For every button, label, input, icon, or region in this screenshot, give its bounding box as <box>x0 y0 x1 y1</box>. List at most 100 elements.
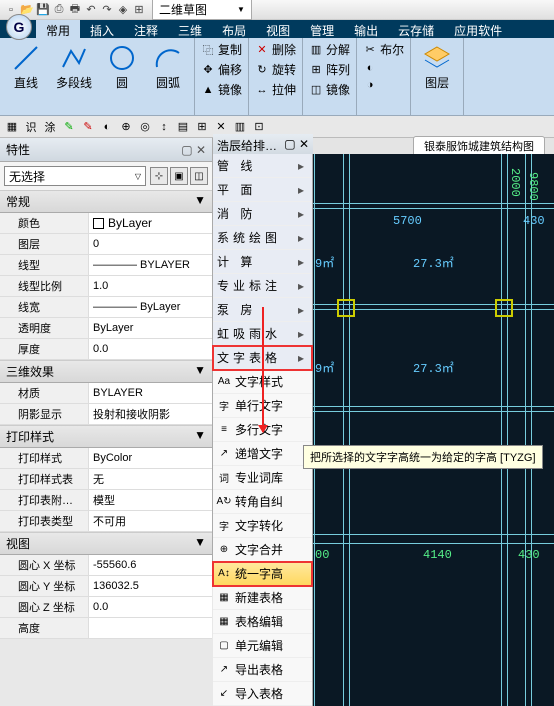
pickadd-icon[interactable]: ◫ <box>190 167 208 185</box>
tool-icon[interactable]: ▥ <box>232 119 248 135</box>
section-view[interactable]: 视图▼ <box>0 532 212 555</box>
tool-icon[interactable]: ▦ <box>4 119 20 135</box>
undo-icon[interactable]: ↶ <box>84 3 98 17</box>
cx-value[interactable]: -55560.6 <box>88 555 212 575</box>
close-icon[interactable]: ▢ ✕ <box>284 137 309 154</box>
tool-icon[interactable]: ◐ <box>99 119 115 135</box>
menu-item[interactable]: 字文字转化 <box>213 514 312 538</box>
tab-insert[interactable]: 插入 <box>80 20 124 38</box>
pstylea-value[interactable]: 模型 <box>88 490 212 510</box>
menu-item[interactable]: A↕统一字高 <box>213 562 312 586</box>
menu-item[interactable]: ▦新建表格 <box>213 586 312 610</box>
tab-common[interactable]: 常用 <box>36 20 80 38</box>
move-button[interactable]: ✥偏移 <box>199 60 244 79</box>
quick-select-icon[interactable]: ⊹ <box>150 167 168 185</box>
h-value[interactable] <box>88 618 212 638</box>
delete-button[interactable]: ✕删除 <box>253 40 298 59</box>
linetype-value[interactable]: ———— BYLAYER <box>88 255 212 275</box>
tab-manage[interactable]: 管理 <box>300 20 344 38</box>
layer-button[interactable]: 图层 <box>415 40 459 93</box>
array-button[interactable]: ⊞阵列 <box>307 60 352 79</box>
color-value[interactable]: ByLayer <box>88 213 212 233</box>
tool-icon[interactable]: ▤ <box>175 119 191 135</box>
cz-value[interactable]: 0.0 <box>88 597 212 617</box>
tab-view[interactable]: 视图 <box>256 20 300 38</box>
tool-icon[interactable]: 涂 <box>42 119 58 135</box>
tool-icon[interactable]: ⊞ <box>194 119 210 135</box>
offset-button[interactable]: ▥分解 <box>307 40 352 59</box>
ltscale-value[interactable]: 1.0 <box>88 276 212 296</box>
selection-combo[interactable]: 无选择▽ <box>4 166 146 186</box>
tool-icon[interactable]: ⊕ <box>118 119 134 135</box>
menu-item[interactable]: ▦表格编辑 <box>213 610 312 634</box>
menu-item[interactable]: ↗导出表格 <box>213 658 312 682</box>
mirror-button[interactable]: ▲镜像 <box>199 80 244 99</box>
document-tab[interactable]: 银泰服饰城建筑结构图 <box>413 136 545 156</box>
menu-item[interactable]: ↙导入表格 <box>213 682 312 706</box>
selection-handle[interactable] <box>337 299 355 317</box>
menu-item[interactable]: 词专业词库 <box>213 466 312 490</box>
tool-icon[interactable]: ✎ <box>61 119 77 135</box>
tool-icon[interactable]: ↕ <box>156 119 172 135</box>
section-general[interactable]: 常规▼ <box>0 190 212 213</box>
close-icon[interactable]: ▢ ✕ <box>181 143 206 157</box>
tab-layout[interactable]: 布局 <box>212 20 256 38</box>
select-objects-icon[interactable]: ▣ <box>170 167 188 185</box>
menu-item[interactable]: 系统绘图▸ <box>213 226 312 250</box>
tool-icon[interactable]: ◎ <box>137 119 153 135</box>
props-icon[interactable]: ⊞ <box>132 3 146 17</box>
copy-button[interactable]: ⿻复制 <box>199 40 244 59</box>
tool-icon[interactable]: ✕ <box>213 119 229 135</box>
mat-value[interactable]: BYLAYER <box>88 383 212 403</box>
circle-button[interactable]: 圆 <box>100 40 144 93</box>
saveas-icon[interactable]: ⎙ <box>52 3 66 17</box>
tool-icon[interactable]: 识 <box>23 119 39 135</box>
ribbon: 直线 多段线 圆 圆弧 ⿻复制 ✥偏移 ▲镜像 ✕删除 ↻旋转 <box>0 38 554 116</box>
sp1-button[interactable]: ◐ <box>361 60 406 76</box>
selection-handle[interactable] <box>495 299 513 317</box>
layers-icon[interactable]: ◈ <box>116 3 130 17</box>
print-icon[interactable]: 🖶 <box>68 3 82 17</box>
stretch-button[interactable]: ↔拉伸 <box>253 80 298 99</box>
trans-value[interactable]: ByLayer <box>88 318 212 338</box>
menu-item[interactable]: 计 算▸ <box>213 250 312 274</box>
shadow-value[interactable]: 投射和接收阴影 <box>88 404 212 424</box>
layer-value[interactable]: 0 <box>88 234 212 254</box>
menu-item[interactable]: 消 防▸ <box>213 202 312 226</box>
tab-annotate[interactable]: 注释 <box>124 20 168 38</box>
section-print[interactable]: 打印样式▼ <box>0 425 212 448</box>
menu-item-label: 导入表格 <box>235 685 283 702</box>
menu-item[interactable]: A↻转角自纠 <box>213 490 312 514</box>
pstylet-value[interactable]: 无 <box>88 469 212 489</box>
workspace-combo[interactable]: 二维草图▼ <box>152 0 252 20</box>
section-effects[interactable]: 三维效果▼ <box>0 360 212 383</box>
tool-icon[interactable]: ⊡ <box>251 119 267 135</box>
redo-icon[interactable]: ↷ <box>100 3 114 17</box>
tab-cloud[interactable]: 云存储 <box>388 20 444 38</box>
tab-3d[interactable]: 三维 <box>168 20 212 38</box>
thick-value[interactable]: 0.0 <box>88 339 212 359</box>
cy-value[interactable]: 136032.5 <box>88 576 212 596</box>
tab-output[interactable]: 输出 <box>344 20 388 38</box>
app-logo[interactable]: G <box>6 14 32 40</box>
sp2-button[interactable]: ◑ <box>361 77 406 93</box>
menu-item[interactable]: ↗递增文字 <box>213 442 312 466</box>
drawing-canvas[interactable]: 2000 9800 5700 430 9㎡ 27.3㎡ 9㎡ 27.3㎡ 00 … <box>313 154 554 706</box>
menu-item[interactable]: 管 线▸ <box>213 154 312 178</box>
save-icon[interactable]: 💾 <box>36 3 50 17</box>
rotate-button[interactable]: ↻旋转 <box>253 60 298 79</box>
pstyle-value[interactable]: ByColor <box>88 448 212 468</box>
menu-item[interactable]: ▢单元编辑 <box>213 634 312 658</box>
tab-apps[interactable]: 应用软件 <box>444 20 512 38</box>
pstylety-value[interactable]: 不可用 <box>88 511 212 531</box>
line-button[interactable]: 直线 <box>4 40 48 93</box>
menu-item[interactable]: 平 面▸ <box>213 178 312 202</box>
polyline-button[interactable]: 多段线 <box>50 40 98 93</box>
menu-item[interactable]: 专业标注▸ <box>213 274 312 298</box>
scale-button[interactable]: ◫镜像 <box>307 80 352 99</box>
tool-icon[interactable]: ✎ <box>80 119 96 135</box>
fillet-button[interactable]: ✂布尔 <box>361 40 406 59</box>
lweight-value[interactable]: ———— ByLayer <box>88 297 212 317</box>
menu-item[interactable]: ⊕文字合并 <box>213 538 312 562</box>
arc-button[interactable]: 圆弧 <box>146 40 190 93</box>
